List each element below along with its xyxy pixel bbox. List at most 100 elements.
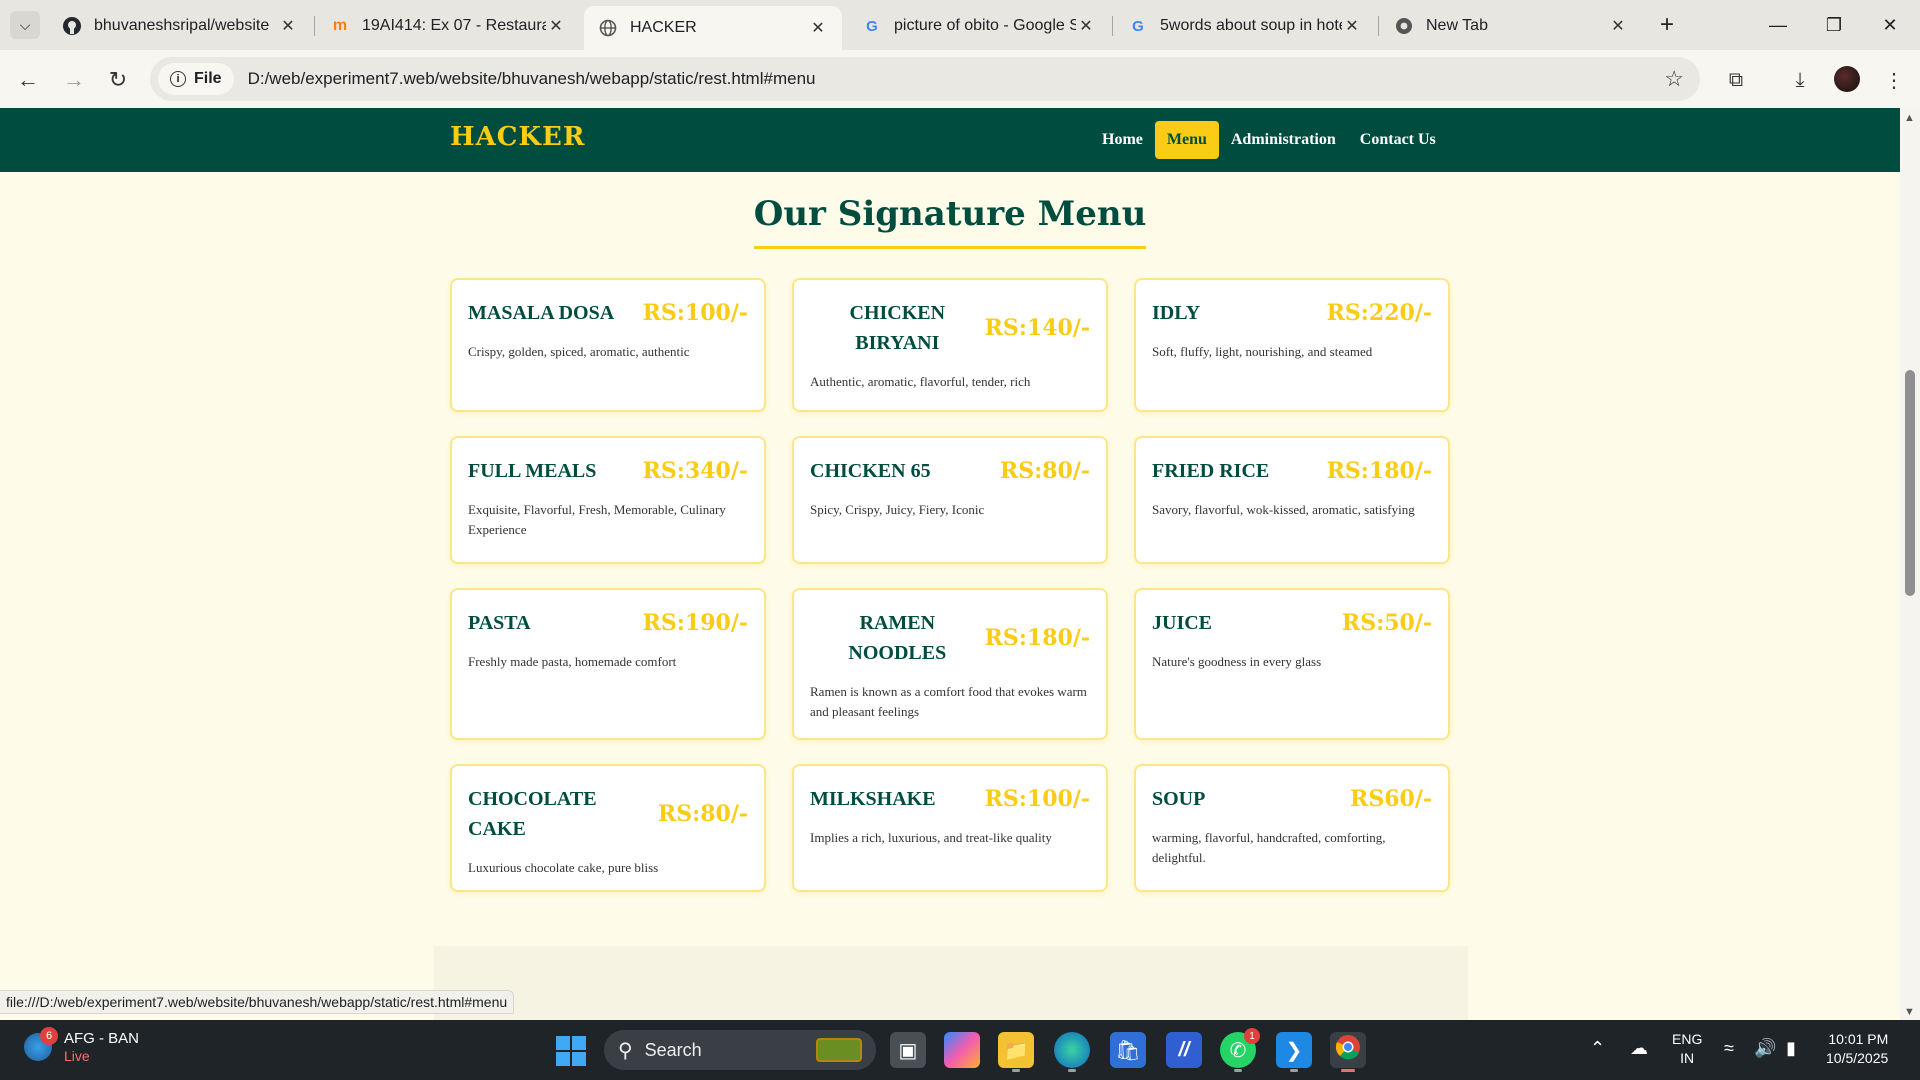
file-explorer-button[interactable]: 📁	[998, 1032, 1034, 1072]
scroll-down-arrow-icon[interactable]: ▼	[1904, 1006, 1915, 1018]
tab-title: picture of obito - Google S	[894, 17, 1076, 34]
tab-google-obito[interactable]: G picture of obito - Google S ✕	[848, 6, 1110, 46]
close-icon[interactable]: ✕	[808, 18, 828, 38]
menu-card-chocolate-cake: CHOCOLATE CAKE RS:80/- Luxurious chocola…	[450, 764, 766, 892]
browser-menu-button[interactable]: ⋮	[1878, 64, 1910, 96]
tab-moodle[interactable]: m 19AI414: Ex 07 - Restauran ✕	[316, 6, 580, 46]
copilot-button[interactable]	[944, 1032, 980, 1068]
address-bar[interactable]: i File D:/web/experiment7.web/website/bh…	[150, 57, 1700, 101]
vscode-icon: ❯	[1285, 1039, 1303, 1062]
back-button[interactable]: ←	[12, 64, 44, 96]
page-scrollbar[interactable]: ▲ ▼	[1900, 108, 1920, 1020]
edge-button[interactable]	[1054, 1032, 1090, 1072]
scroll-up-arrow-icon[interactable]: ▲	[1904, 112, 1915, 124]
tab-hacker[interactable]: HACKER ✕	[584, 6, 842, 50]
nav-link-home[interactable]: Home	[1090, 121, 1155, 159]
tab-divider	[1112, 16, 1113, 36]
whatsapp-button[interactable]: ✆ 1	[1220, 1028, 1260, 1072]
windows-logo-pane	[556, 1036, 570, 1050]
close-icon[interactable]: ✕	[1608, 16, 1628, 36]
menu-card-idly: IDLY RS:220/- Soft, fluffy, light, nouri…	[1134, 278, 1450, 412]
dish-price: RS:180/-	[1326, 458, 1432, 484]
close-icon: ✕	[1882, 14, 1898, 35]
nav-link-contact-us[interactable]: Contact Us	[1348, 121, 1448, 159]
site-info-chip[interactable]: i File	[158, 63, 234, 95]
tab-search-button[interactable]: ⌵	[10, 11, 40, 39]
site-brand[interactable]: HACKER	[450, 122, 585, 152]
dish-description: Exquisite, Flavorful, Fresh, Memorable, …	[468, 502, 726, 537]
tab-new-tab[interactable]: New Tab ✕	[1380, 6, 1642, 46]
dish-price: RS:180/-	[984, 625, 1090, 651]
weather-widget[interactable]: 6 AFG - BAN Live	[24, 1027, 139, 1065]
tab-google-soup[interactable]: G 5words about soup in hote ✕	[1114, 6, 1376, 46]
nav-link-menu[interactable]: Menu	[1154, 121, 1219, 159]
minimize-icon: —	[1769, 14, 1787, 35]
dish-description: Luxurious chocolate cake, pure bliss	[468, 860, 659, 875]
task-view-button[interactable]: ▣	[890, 1032, 926, 1068]
start-button[interactable]	[556, 1036, 586, 1066]
reload-button[interactable]: ↻	[102, 64, 134, 96]
windows-logo-pane	[572, 1036, 586, 1050]
search-label: Search	[644, 1039, 702, 1060]
chrome-button[interactable]	[1330, 1032, 1366, 1072]
dish-name: IDLY	[1152, 302, 1201, 324]
arrow-right-icon: →	[63, 67, 85, 92]
dish-description: Crispy, golden, spiced, aromatic, authen…	[468, 344, 690, 359]
dish-name: RAMEN NOODLES	[848, 612, 947, 664]
new-tab-button[interactable]: +	[1652, 11, 1682, 39]
profile-avatar[interactable]	[1834, 66, 1860, 92]
dish-name: PASTA	[468, 612, 531, 634]
dish-name: CHICKEN 65	[810, 460, 931, 482]
running-indicator	[1068, 1069, 1076, 1072]
menu-section-title: Our Signature Menu	[753, 194, 1147, 249]
url-text[interactable]: D:/web/experiment7.web/website/bhuvanesh…	[248, 69, 816, 89]
scrollbar-thumb[interactable]	[1905, 370, 1915, 596]
reload-icon: ↻	[108, 67, 128, 92]
volume-icon[interactable]: 🔊	[1754, 1038, 1776, 1059]
forward-button[interactable]: →	[58, 64, 90, 96]
restore-button[interactable]: ❐	[1806, 0, 1862, 50]
wifi-icon[interactable]: ≈	[1724, 1038, 1734, 1059]
language-indicator[interactable]: ENG IN	[1672, 1030, 1702, 1068]
system-clock[interactable]: 10:01 PM 10/5/2025	[1826, 1030, 1888, 1068]
kebab-menu-icon: ⋮	[1884, 69, 1904, 92]
notification-badge: 6	[40, 1027, 58, 1046]
close-icon[interactable]: ✕	[1342, 16, 1362, 36]
close-window-button[interactable]: ✕	[1862, 0, 1918, 50]
downloads-button[interactable]: ⤓	[1784, 64, 1816, 96]
minimize-button[interactable]: —	[1750, 0, 1806, 50]
app-button[interactable]: //	[1166, 1032, 1202, 1068]
close-icon[interactable]: ✕	[278, 16, 298, 36]
clock-time: 10:01 PM	[1828, 1031, 1889, 1047]
dish-price: RS:220/-	[1326, 300, 1432, 326]
bookmark-star-icon[interactable]: ☆	[1664, 66, 1684, 92]
taskbar-search[interactable]: ⚲ Search	[604, 1030, 876, 1070]
dish-price: RS:80/-	[999, 458, 1090, 484]
menu-card-masala-dosa: MASALA DOSA RS:100/- Crispy, golden, spi…	[450, 278, 766, 412]
nav-link-administration[interactable]: Administration	[1219, 121, 1348, 159]
onedrive-icon[interactable]: ☁	[1630, 1038, 1648, 1059]
menu-card-soup: SOUP RS60/- warming, flavorful, handcraf…	[1134, 764, 1450, 892]
menu-card-chicken-biryani: CHICKEN BIRYANI RS:140/- Authentic, arom…	[792, 278, 1108, 412]
puzzle-icon: ⧉	[1728, 68, 1744, 91]
chevron-up-icon[interactable]: ⌃	[1590, 1038, 1605, 1059]
chevron-down-icon: ⌵	[19, 16, 31, 33]
moodle-icon: m	[332, 17, 348, 34]
dish-description: Authentic, aromatic, flavorful, tender, …	[810, 374, 1031, 389]
dish-name: MILKSHAKE	[810, 788, 936, 810]
tab-title: 19AI414: Ex 07 - Restauran	[362, 17, 546, 34]
dish-description: Implies a rich, luxurious, and treat-lik…	[810, 830, 1052, 845]
widget-subtitle: Live	[64, 1048, 90, 1064]
close-icon[interactable]: ✕	[1076, 16, 1096, 36]
tab-github[interactable]: bhuvaneshsripal/website ✕	[48, 6, 312, 46]
battery-icon[interactable]: ▮	[1786, 1038, 1796, 1059]
extensions-button[interactable]: ⧉	[1720, 64, 1752, 96]
dish-name: SOUP	[1152, 788, 1206, 810]
task-view-icon: ▣	[898, 1039, 918, 1062]
store-button[interactable]: 🛍	[1110, 1032, 1146, 1068]
clock-date: 10/5/2025	[1826, 1049, 1889, 1066]
cricket-icon: 6	[24, 1027, 58, 1062]
vscode-button[interactable]: ❯	[1276, 1032, 1312, 1072]
search-highlight-icon	[816, 1038, 862, 1062]
close-icon[interactable]: ✕	[546, 16, 566, 36]
